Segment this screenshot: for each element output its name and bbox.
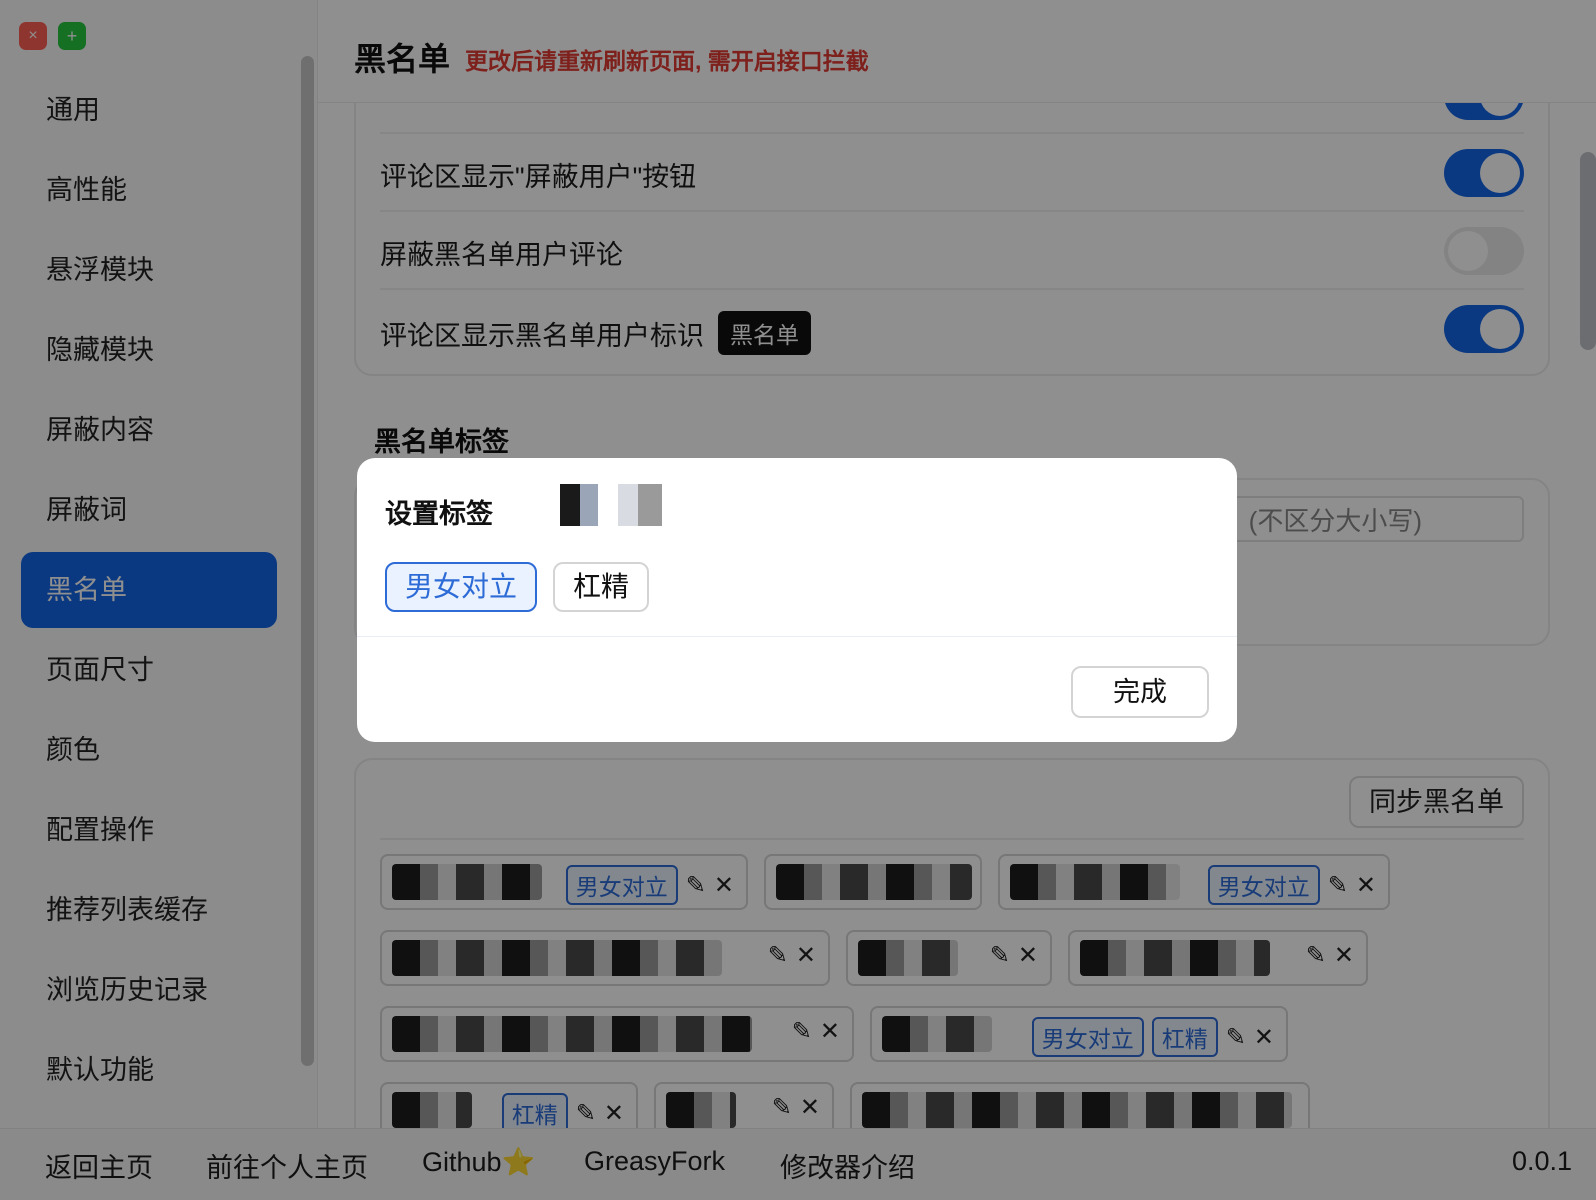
dialog-divider — [357, 636, 1237, 637]
avatar — [502, 484, 662, 526]
tag-option-troll[interactable]: 杠精 — [553, 562, 650, 612]
set-tag-dialog: 设置标签 男女对立 杠精 完成 — [357, 458, 1237, 742]
done-button[interactable]: 完成 — [1071, 666, 1209, 718]
dialog-title: 设置标签 — [385, 499, 493, 529]
tag-option-gender-conflict[interactable]: 男女对立 — [385, 562, 538, 612]
dialog-tag-list: 男女对立 杠精 — [385, 562, 650, 612]
